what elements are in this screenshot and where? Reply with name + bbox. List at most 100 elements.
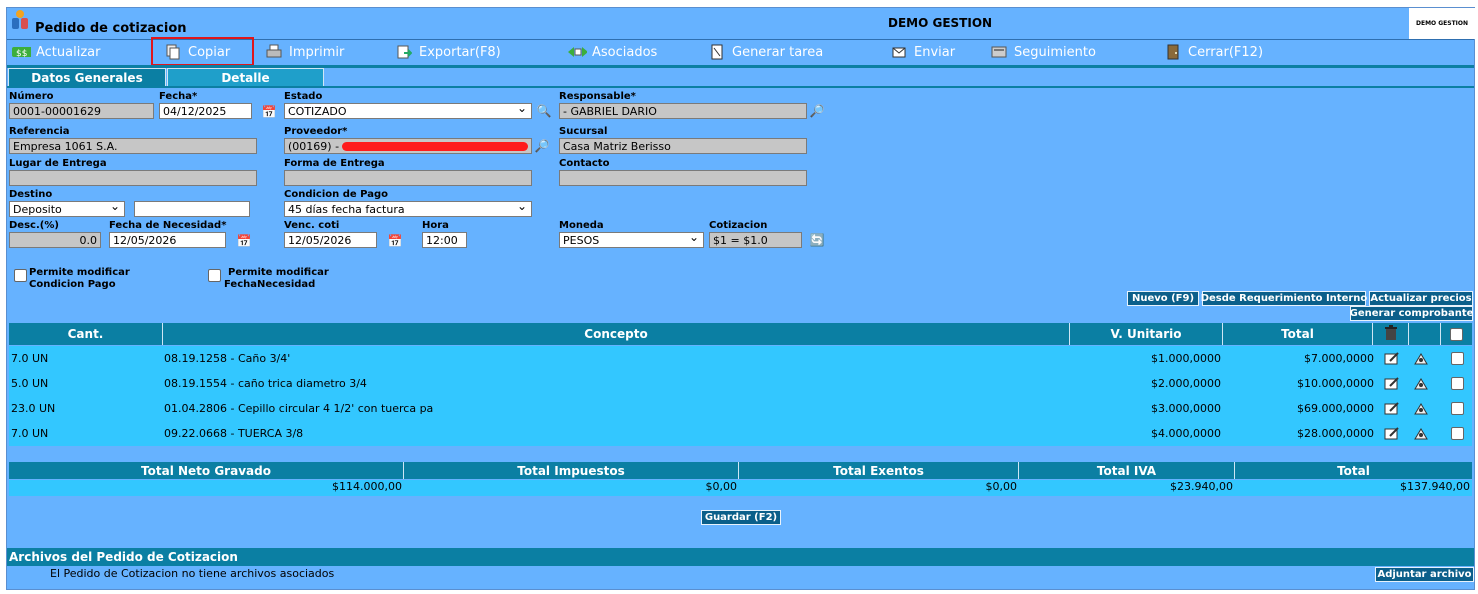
redaction-mark: [342, 142, 528, 151]
moneda-label: Moneda: [559, 220, 604, 231]
send-icon: [889, 44, 909, 60]
estado-select[interactable]: COTIZADO: [284, 103, 532, 119]
destino-extra-field[interactable]: [134, 201, 250, 217]
tab-bar-line: [7, 86, 1474, 88]
table-row: 7.0 UN 09.22.0668 - TUERCA 3/8 $4.000,00…: [9, 421, 1472, 446]
cotizacion-label: Cotizacion: [709, 220, 768, 231]
total-iva-value: $23.940,00: [1019, 480, 1235, 496]
imprimir-button[interactable]: Imprimir: [264, 42, 344, 62]
exportar-button[interactable]: Exportar(F8): [394, 42, 501, 62]
total-exentos-value: $0,00: [739, 480, 1019, 496]
edit-row-icon[interactable]: [1384, 396, 1400, 421]
referencia-field[interactable]: Empresa 1061 S.A.: [9, 138, 257, 154]
row-detail-icon[interactable]: [1412, 421, 1430, 446]
hora-field[interactable]: 12:00: [422, 232, 467, 248]
desde-requerimiento-button[interactable]: Desde Requerimiento Interno: [1201, 291, 1367, 306]
nuevo-button[interactable]: Nuevo (F9): [1127, 291, 1199, 306]
row-detail-icon[interactable]: [1412, 396, 1430, 421]
tracking-icon: [989, 44, 1009, 60]
archivos-empty-message: El Pedido de Cotizacion no tiene archivo…: [50, 567, 335, 580]
calendar-icon[interactable]: 📅: [387, 233, 403, 249]
row-select-checkbox[interactable]: [1451, 402, 1464, 415]
cell-cant: 7.0 UN: [11, 352, 49, 365]
sucursal-field[interactable]: Casa Matriz Berisso: [559, 138, 807, 154]
referencia-label: Referencia: [9, 126, 70, 137]
descuento-field[interactable]: 0.0: [9, 232, 101, 248]
cerrar-button[interactable]: Cerrar(F12): [1163, 42, 1263, 62]
estado-label: Estado: [284, 91, 323, 102]
fecha-field[interactable]: 04/12/2025: [159, 103, 252, 119]
cell-total: $7.000,0000: [1304, 352, 1374, 365]
numero-label: Número: [9, 91, 54, 102]
svg-text:$$: $$: [16, 49, 27, 59]
responsable-search-icon[interactable]: 🔎: [809, 103, 825, 119]
total-iva-header: Total IVA: [1019, 462, 1235, 479]
tab-datos-generales[interactable]: Datos Generales: [8, 68, 166, 87]
proveedor-search-icon[interactable]: 🔎: [534, 138, 550, 154]
seguimiento-button[interactable]: Seguimiento: [989, 42, 1096, 62]
adjuntar-archivo-button[interactable]: Adjuntar archivo: [1375, 567, 1474, 582]
permite-condicion-checkbox[interactable]: [14, 269, 27, 282]
numero-field: 0001-00001629: [9, 103, 154, 119]
proveedor-field[interactable]: (00169) -: [284, 138, 532, 154]
calendar-icon[interactable]: 📅: [261, 104, 277, 120]
fecha-label: Fecha*: [159, 91, 198, 102]
archivos-title: Archivos del Pedido de Cotizacion: [7, 548, 1474, 566]
row-select-checkbox[interactable]: [1451, 427, 1464, 440]
cell-concepto: 01.04.2806 - Cepillo circular 4 1/2' con…: [164, 402, 434, 415]
col-cant: Cant.: [9, 323, 163, 345]
tab-detalle[interactable]: Detalle: [167, 68, 324, 87]
trash-icon[interactable]: [1384, 324, 1398, 344]
cell-concepto: 09.22.0668 - TUERCA 3/8: [164, 427, 304, 440]
destino-label: Destino: [9, 189, 53, 200]
edit-row-icon[interactable]: [1384, 346, 1400, 371]
condicion-pago-select[interactable]: 45 días fecha factura: [284, 201, 532, 217]
cotizacion-refresh-icon[interactable]: 🔄: [809, 232, 825, 248]
app-logo-icon: [9, 9, 31, 31]
select-all-checkbox[interactable]: [1450, 327, 1463, 341]
destino-select[interactable]: Deposito: [9, 201, 125, 217]
calendar-icon[interactable]: 📅: [236, 233, 252, 249]
venc-coti-label: Venc. coti: [284, 220, 340, 231]
permite-fecha-label: Permite modificar FechaNecesidad: [224, 267, 329, 290]
row-detail-icon[interactable]: [1412, 371, 1430, 396]
total-header: Total: [1235, 462, 1472, 479]
actualizar-precios-button[interactable]: Actualizar precios: [1369, 291, 1473, 306]
enviar-button[interactable]: Enviar: [889, 42, 955, 62]
contacto-field[interactable]: [559, 170, 807, 186]
edit-row-icon[interactable]: [1384, 421, 1400, 446]
cell-unitario: $2.000,0000: [1151, 377, 1221, 390]
descuento-label: Desc.(%): [9, 220, 59, 231]
fecha-necesidad-field[interactable]: 12/05/2026: [109, 232, 226, 248]
proveedor-label: Proveedor*: [284, 126, 348, 137]
guardar-button[interactable]: Guardar (F2): [701, 510, 781, 525]
cotizacion-field[interactable]: $1 = $1.0: [709, 232, 802, 248]
estado-history-icon[interactable]: 🔍: [536, 103, 552, 119]
moneda-select[interactable]: PESOS: [559, 232, 704, 248]
page-title: Pedido de cotizacion: [35, 21, 187, 36]
brand-logo: DEMO GESTION: [1409, 8, 1475, 39]
total-value: $137.940,00: [1235, 480, 1472, 496]
asociados-button[interactable]: Asociados: [567, 42, 657, 62]
task-icon: [707, 44, 727, 60]
responsable-label: Responsable*: [559, 91, 636, 102]
venc-coti-field[interactable]: 12/05/2026: [284, 232, 377, 248]
cell-total: $28.000,0000: [1297, 427, 1374, 440]
total-impuestos-value: $0,00: [404, 480, 739, 496]
refresh-money-icon: $$: [11, 44, 31, 60]
permite-fecha-checkbox[interactable]: [208, 269, 221, 282]
row-select-checkbox[interactable]: [1451, 377, 1464, 390]
generar-comprobante-button[interactable]: Generar comprobante: [1350, 306, 1473, 321]
sucursal-label: Sucursal: [559, 126, 608, 137]
table-row: 23.0 UN 01.04.2806 - Cepillo circular 4 …: [9, 396, 1472, 421]
lugar-entrega-field[interactable]: [9, 170, 257, 186]
row-detail-icon[interactable]: [1412, 346, 1430, 371]
edit-row-icon[interactable]: [1384, 371, 1400, 396]
associated-icon: [567, 44, 587, 60]
row-select-checkbox[interactable]: [1451, 352, 1464, 365]
col-select: [1441, 323, 1472, 345]
generar-tarea-button[interactable]: Generar tarea: [707, 42, 823, 62]
responsable-field[interactable]: - GABRIEL DARIO: [559, 103, 807, 119]
actualizar-button[interactable]: $$ Actualizar: [11, 42, 100, 62]
forma-entrega-field[interactable]: [284, 170, 532, 186]
